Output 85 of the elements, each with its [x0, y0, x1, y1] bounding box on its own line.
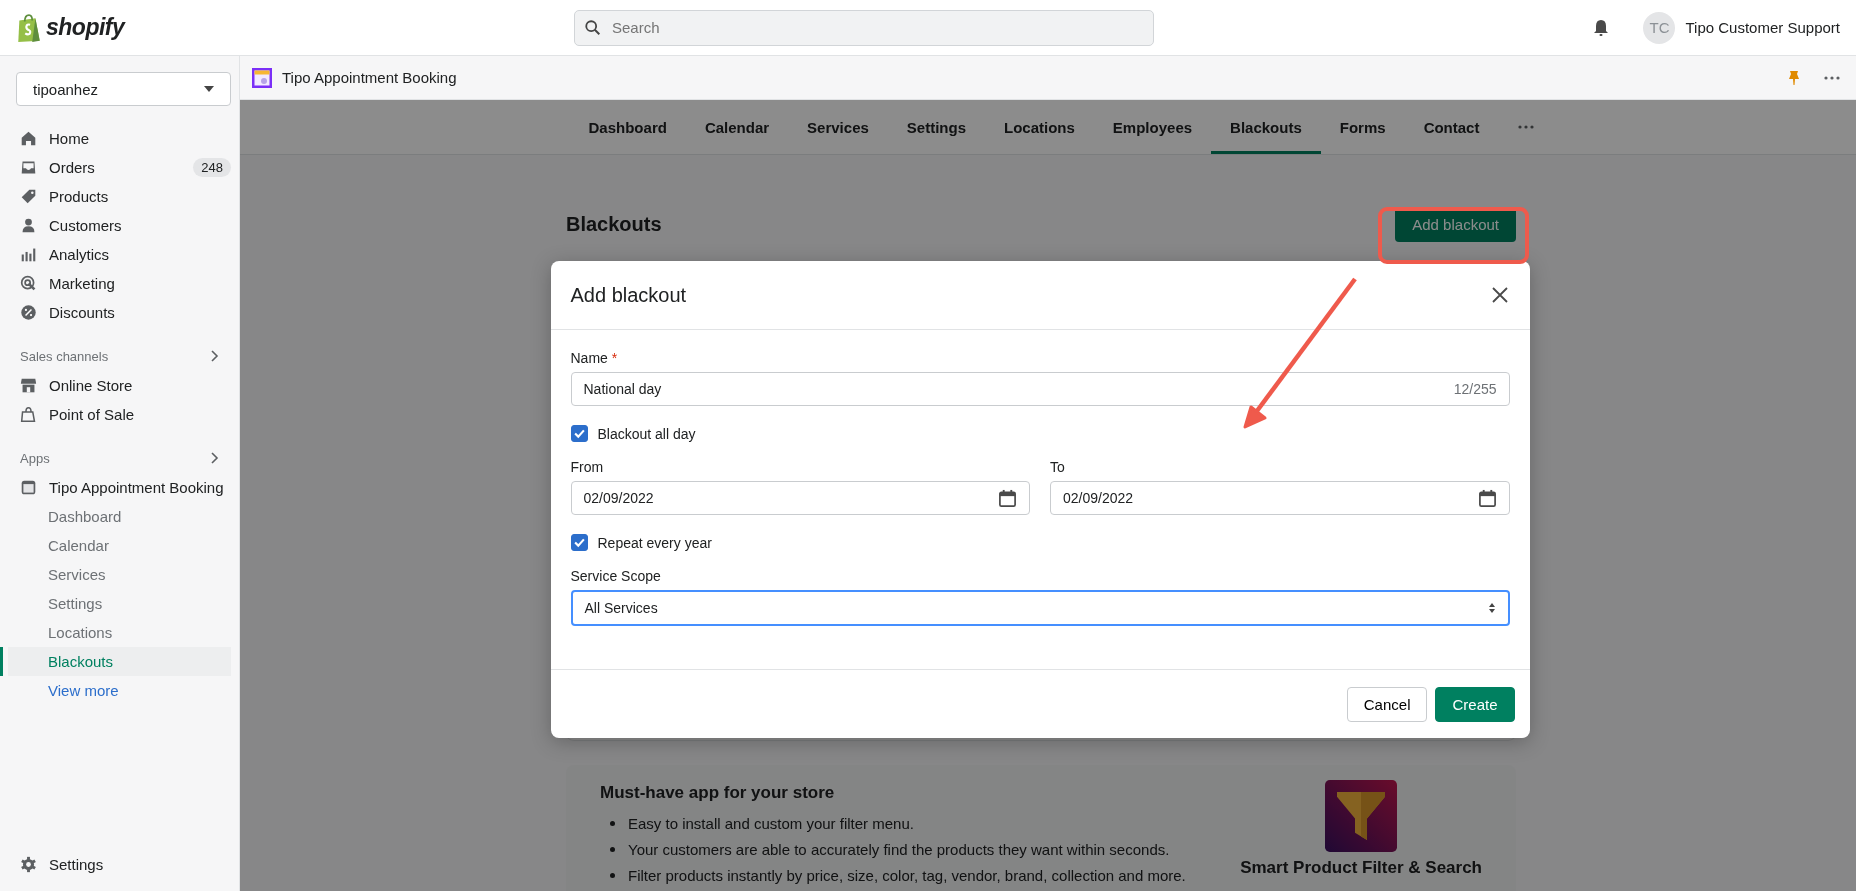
bullet-icon [610, 873, 615, 878]
field-label: Service Scope [570, 568, 661, 584]
bullet-text: Your customers are able to accurately find the products they want within seconds. [628, 841, 1170, 858]
shopping-bag-icon [16, 12, 42, 43]
date-field[interactable]: 02/09/2022 [570, 481, 1030, 515]
create-button[interactable]: Create [1435, 686, 1515, 722]
discounts-icon [20, 304, 37, 321]
checkbox-label[interactable]: Blackout all day [597, 425, 696, 442]
store-selector[interactable]: tipoanhez [16, 72, 231, 106]
nav-item[interactable]: Marketing [0, 269, 231, 298]
field-label: From [570, 459, 604, 475]
home-icon [20, 130, 37, 147]
field-label: To [1050, 459, 1065, 475]
checkbox-label[interactable]: Repeat every year [597, 534, 712, 551]
tab[interactable]: Blackouts [1211, 100, 1321, 154]
search-field[interactable]: Search [574, 9, 1154, 46]
cancel-button[interactable]: Cancel [1346, 686, 1428, 722]
checkbox[interactable] [570, 425, 588, 442]
bullet-icon [610, 821, 615, 826]
nav-item[interactable]: Discounts [0, 298, 231, 327]
storefront-icon [20, 377, 37, 394]
page-title: Blackouts [566, 213, 662, 236]
sub-nav-item[interactable]: Blackouts [0, 647, 231, 676]
user-name[interactable]: Tipo Customer Support [1685, 19, 1840, 36]
sub-nav-item[interactable]: Calendar [0, 531, 231, 560]
caret-icon [204, 86, 214, 92]
app-icon [20, 479, 37, 496]
modal-title: Add blackout [570, 283, 687, 307]
nav-item[interactable]: Customers [0, 211, 231, 240]
app-title: Tipo Appointment Booking [282, 69, 457, 86]
search-icon [584, 18, 602, 37]
section-heading: Sales channels [20, 348, 109, 364]
tab[interactable]: Employees [1093, 100, 1212, 154]
tab[interactable]: Dashboard [569, 100, 686, 154]
section-heading: Apps [20, 450, 50, 466]
bullet-text: Easy to install and custom your filter menu. [628, 815, 914, 832]
calendar-app-icon [252, 67, 272, 88]
tab[interactable]: Services [788, 100, 888, 154]
tab[interactable]: Contact [1404, 100, 1499, 154]
tab[interactable]: Forms [1320, 100, 1405, 154]
sub-nav-item[interactable]: Settings [0, 589, 231, 618]
shopping-bag-icon [20, 406, 37, 423]
nav-item[interactable]: Home [0, 124, 231, 153]
tab[interactable]: Calendar [685, 100, 789, 154]
service-scope-select[interactable]: All Services [570, 590, 1510, 626]
tab[interactable]: Settings [887, 100, 985, 154]
nav-item[interactable]: Online Store [0, 371, 231, 400]
nav-item[interactable]: Point of Sale [0, 400, 231, 429]
calendar-icon[interactable] [1477, 488, 1497, 508]
calendar-icon[interactable] [998, 488, 1017, 508]
more-actions-icon[interactable] [1824, 75, 1840, 80]
analytics-icon [20, 246, 37, 263]
required-mark: * [611, 350, 618, 366]
bullet-icon [610, 847, 615, 852]
settings-icon [20, 856, 37, 873]
nav-item[interactable]: Products [0, 182, 231, 211]
view-more-link[interactable]: View more [0, 676, 129, 705]
count-badge: 248 [193, 158, 231, 177]
marketing-icon [20, 275, 37, 292]
more-tabs-icon[interactable] [1518, 125, 1535, 129]
nav-item[interactable]: Orders 248 [0, 153, 231, 182]
products-icon [20, 188, 37, 205]
nav-item[interactable]: Analytics [0, 240, 231, 269]
character-counter: 12/255 [1453, 381, 1497, 397]
bullet-text: Filter products instantly by price, size, color, tag, vendor, brand, collection and more. [628, 867, 1186, 884]
tab[interactable]: Locations [985, 100, 1094, 154]
field-label: Name [570, 350, 608, 366]
orders-icon [20, 159, 37, 176]
close-icon[interactable] [1489, 285, 1510, 305]
sub-nav-item[interactable]: Locations [0, 618, 231, 647]
date-field[interactable]: 02/09/2022 [1050, 481, 1510, 515]
funnel-app-icon[interactable] [1325, 780, 1398, 852]
sub-nav-item[interactable]: Services [0, 560, 231, 589]
nav-item[interactable]: Settings [0, 850, 231, 879]
customers-icon [20, 217, 37, 234]
promo-title: Must-have app for your store [600, 783, 836, 803]
sub-nav-item[interactable]: Dashboard [0, 502, 231, 531]
app-name[interactable]: Smart Product Filter & Search [1240, 858, 1482, 878]
nav-item[interactable]: Tipo Appointment Booking [0, 473, 231, 502]
chevron-right-icon[interactable] [211, 350, 219, 362]
shopify-logo-text: shopify [46, 14, 125, 41]
name-field[interactable]: National day 12/255 [570, 372, 1510, 406]
checkbox[interactable] [570, 534, 588, 551]
select-arrows-icon [1487, 602, 1496, 614]
chevron-right-icon[interactable] [211, 452, 219, 464]
